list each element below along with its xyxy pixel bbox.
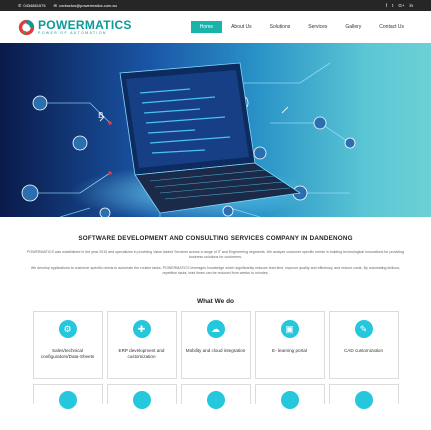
puzzle-icon: ✚ — [132, 320, 151, 338]
service-label: ERP development and customization — [118, 348, 165, 359]
service-card[interactable]: ✎ CAD customization — [328, 311, 399, 379]
facebook-icon[interactable]: f — [386, 3, 387, 8]
services-grid-row-2 — [0, 384, 431, 409]
mail-icon: ✉ — [53, 3, 57, 8]
logo[interactable]: POWERMATICS POWER OF AUTOMATION — [18, 19, 132, 36]
service-card[interactable] — [180, 384, 251, 409]
phone-contact[interactable]: ✆ 0434881575 — [18, 3, 46, 8]
logo-text: POWERMATICS POWER OF AUTOMATION — [38, 17, 132, 35]
hero-banner: B — [0, 43, 431, 217]
cloud-icon: ☁ — [206, 320, 225, 338]
hero-illustration: B — [21, 62, 356, 217]
contact-info: ✆ 0434881575 ✉ contactus@powermatics.com.a… — [18, 3, 117, 8]
social-links: f t G+ in — [386, 3, 413, 8]
nav-solutions[interactable]: Solutions — [261, 21, 300, 33]
service-card[interactable]: ▣ E- learning portal — [254, 311, 325, 379]
page-title: SOFTWARE DEVELOPMENT AND CONSULTING SERV… — [78, 235, 353, 242]
google-plus-icon[interactable]: G+ — [398, 3, 404, 8]
monitor-icon: ▣ — [280, 320, 299, 338]
service-card[interactable]: ☁ Mobility and cloud integration — [180, 311, 251, 379]
service-icon — [354, 391, 373, 409]
service-card[interactable] — [254, 384, 325, 409]
nav-gallery[interactable]: Gallery — [336, 21, 370, 33]
twitter-icon[interactable]: t — [392, 3, 393, 8]
phone-icon: ✆ — [18, 3, 22, 8]
logo-mark-icon — [18, 19, 35, 35]
brand-name: POWERMATICS — [38, 17, 132, 32]
service-label: CAD customization — [343, 348, 384, 353]
email-contact[interactable]: ✉ contactus@powermatics.com.au — [54, 3, 117, 8]
site-header: POWERMATICS POWER OF AUTOMATION Home Abo… — [0, 11, 431, 43]
main-nav: Home About Us Solutions Services Gallery… — [190, 21, 413, 33]
services-title: What We do — [196, 298, 235, 305]
nav-home[interactable]: Home — [190, 21, 223, 33]
intro-paragraph-2: We develop applications to customer spec… — [30, 266, 401, 275]
service-label: Mobility and cloud integration — [185, 348, 246, 353]
service-icon — [280, 391, 299, 409]
service-card[interactable]: ⚙ Sales/technical configurators/Data-She… — [32, 311, 103, 379]
svg-text:B: B — [98, 111, 104, 120]
intro-section: SOFTWARE DEVELOPMENT AND CONSULTING SERV… — [0, 235, 431, 276]
service-card[interactable] — [32, 384, 103, 409]
service-card[interactable] — [328, 384, 399, 409]
cad-icon: ✎ — [354, 320, 373, 338]
service-icon — [132, 391, 151, 409]
service-card[interactable]: ✚ ERP development and customization — [106, 311, 177, 379]
linkedin-icon[interactable]: in — [409, 3, 413, 8]
service-icon — [58, 391, 77, 409]
nav-services[interactable]: Services — [299, 21, 336, 33]
nav-contact-us[interactable]: Contact Us — [370, 21, 413, 33]
services-grid: ⚙ Sales/technical configurators/Data-She… — [0, 311, 431, 379]
service-card[interactable] — [106, 384, 177, 409]
service-icon — [206, 391, 225, 409]
service-label: Sales/technical configurators/Data-Sheet… — [40, 348, 95, 359]
gear-icon: ⚙ — [58, 320, 77, 338]
phone-number: 0434881575 — [23, 3, 46, 8]
service-label: E- learning portal — [272, 348, 307, 353]
nav-about-us[interactable]: About Us — [222, 21, 261, 33]
intro-paragraph-1: POWERMATICS was established in the year … — [26, 250, 405, 259]
top-bar: ✆ 0434881575 ✉ contactus@powermatics.com.a… — [0, 0, 431, 11]
email-address: contactus@powermatics.com.au — [58, 3, 117, 8]
